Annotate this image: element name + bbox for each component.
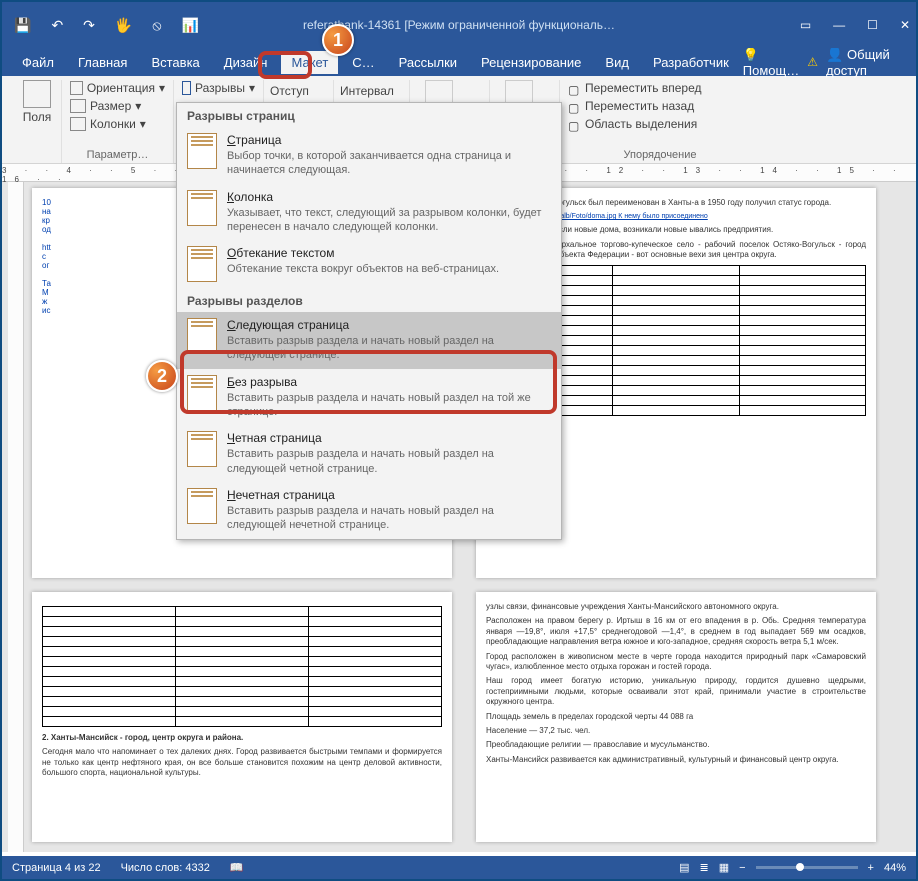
break-even-page[interactable]: Четная страницаВставить разрыв раздела и… (177, 425, 561, 482)
tab-home[interactable]: Главная (68, 51, 137, 74)
view-read-icon[interactable]: ▤ (679, 861, 689, 874)
page-bottom-left: 2. Ханты-Мансийск - город, центр округа … (32, 592, 452, 842)
view-web-icon[interactable]: ▦ (719, 861, 729, 874)
margins-label: Поля (23, 110, 52, 124)
warning-icon[interactable]: ⚠ (807, 55, 818, 69)
continuous-break-icon (187, 375, 217, 411)
tab-design[interactable]: Дизайн (214, 51, 278, 74)
view-print-icon[interactable]: ≣ (699, 861, 708, 874)
indent-label: Отступ (270, 84, 327, 98)
status-bar: Страница 4 из 22 Число слов: 4332 📖 ▤ ≣ … (2, 856, 916, 879)
margins-icon (23, 80, 51, 108)
size-button[interactable]: Размер ▾ (68, 98, 167, 114)
orientation-button[interactable]: Ориентация ▾ (68, 80, 167, 96)
page-break-icon (187, 133, 217, 169)
odd-page-break-icon (187, 488, 217, 524)
group-arrange: Упорядочение (560, 149, 760, 161)
ribbon-options-icon[interactable]: ▭ (800, 18, 811, 32)
orientation-icon (70, 81, 83, 95)
page-bottom-right: узлы связи, финансовые учреждения Ханты-… (476, 592, 876, 842)
breaks-dropdown: Разрывы страниц ССтраницатраницаВыбор то… (176, 102, 562, 540)
status-page[interactable]: Страница 4 из 22 (12, 862, 101, 874)
table (42, 606, 442, 727)
send-backward-button: ▢Переместить назад (566, 98, 754, 114)
chart-icon[interactable]: 📊 (181, 17, 198, 34)
spacing-label: Интервал (340, 84, 403, 98)
selection-pane-button: ▢Область выделения (566, 116, 754, 132)
badge-2: 2 (146, 360, 178, 392)
columns-button[interactable]: Колонки ▾ (68, 116, 167, 132)
break-text-wrapping[interactable]: Обтекание текстомОбтекание текста вокруг… (177, 240, 561, 288)
badge-1: 1 (322, 24, 354, 56)
stop-icon[interactable]: ⦸ (152, 17, 161, 34)
tab-insert[interactable]: Вставка (141, 51, 209, 74)
redo-icon[interactable]: ↷ (83, 17, 95, 34)
break-odd-page[interactable]: Нечетная страницаВставить разрыв раздела… (177, 482, 561, 539)
vertical-ruler[interactable] (8, 182, 24, 852)
breaks-button[interactable]: Разрывы ▾ (180, 80, 257, 96)
group-page-setup: Параметр… (62, 149, 173, 161)
break-page[interactable]: ССтраницатраницаВыбор точки, в которой з… (177, 127, 561, 184)
send-backward-icon: ▢ (568, 101, 581, 112)
break-next-page[interactable]: Следующая страницаВставить разрыв раздел… (177, 312, 561, 369)
columns-icon (70, 117, 86, 131)
window-controls: ▭ — ☐ ✕ (800, 18, 910, 32)
break-column[interactable]: КолонкаУказывает, что текст, следующий з… (177, 184, 561, 241)
maximize-icon[interactable]: ☐ (867, 18, 878, 32)
undo-icon[interactable]: ↶ (51, 17, 63, 34)
tab-mailings[interactable]: Рассылки (389, 51, 467, 74)
bring-forward-icon: ▢ (568, 83, 581, 94)
dropdown-section-page-breaks: Разрывы страниц (177, 103, 561, 127)
status-word-count[interactable]: Число слов: 4332 (121, 862, 210, 874)
save-icon[interactable]: 💾 (14, 17, 31, 34)
status-book-icon[interactable]: 📖 (230, 861, 244, 874)
text-wrap-break-icon (187, 246, 217, 282)
share-button[interactable]: 👤 Общий доступ (826, 46, 906, 78)
zoom-level[interactable]: 44% (884, 862, 906, 874)
zoom-out-button[interactable]: − (739, 862, 745, 874)
tab-references[interactable]: С… (342, 51, 384, 74)
even-page-break-icon (187, 431, 217, 467)
minimize-icon[interactable]: — (833, 18, 845, 32)
margins-button[interactable]: Поля (14, 80, 60, 124)
quick-access-toolbar: 💾 ↶ ↷ 🖐 ⦸ 📊 (8, 17, 199, 34)
tab-view[interactable]: Вид (595, 51, 639, 74)
dropdown-section-section-breaks: Разрывы разделов (177, 288, 561, 312)
zoom-in-button[interactable]: + (868, 862, 874, 874)
zoom-slider[interactable] (756, 866, 858, 869)
bring-forward-button: ▢Переместить вперед (566, 80, 754, 96)
breaks-icon (182, 81, 191, 95)
tab-developer[interactable]: Разработчик (643, 51, 739, 74)
size-icon (70, 99, 86, 113)
tell-me[interactable]: 💡 Помощ… (743, 47, 799, 78)
title-bar: 💾 ↶ ↷ 🖐 ⦸ 📊 referatbank-14361 [Режим огр… (2, 2, 916, 48)
close-icon[interactable]: ✕ (900, 18, 910, 32)
tab-review[interactable]: Рецензирование (471, 51, 591, 74)
column-break-icon (187, 190, 217, 226)
tab-file[interactable]: Файл (12, 51, 64, 74)
ribbon-tabs: Файл Главная Вставка Дизайн Макет С… Рас… (2, 48, 916, 76)
selection-pane-icon: ▢ (568, 119, 581, 130)
touch-icon[interactable]: 🖐 (115, 17, 132, 34)
break-continuous[interactable]: Без разрываВставить разрыв раздела и нач… (177, 369, 561, 426)
next-page-break-icon (187, 318, 217, 354)
